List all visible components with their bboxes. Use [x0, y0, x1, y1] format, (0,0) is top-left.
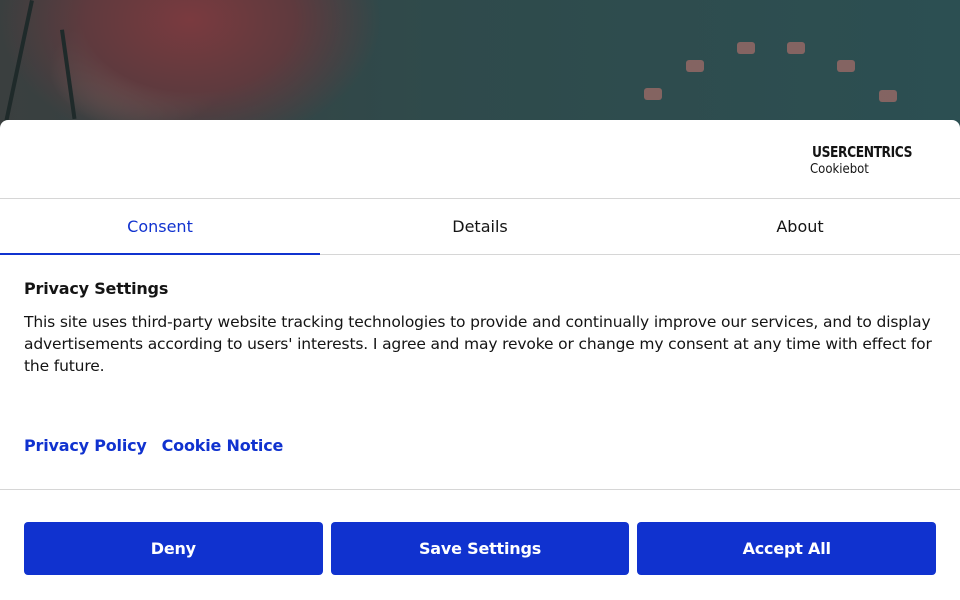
- tab-details[interactable]: Details: [320, 199, 640, 254]
- ferris-wheel-car: [737, 42, 755, 54]
- accept-all-button[interactable]: Accept All: [637, 522, 937, 575]
- consent-dialog: USERCENTRICS Cookiebot Consent Details A…: [0, 120, 960, 600]
- brand-name: USERCENTRICS: [812, 143, 913, 161]
- consent-content: Privacy Settings This site uses third-pa…: [0, 255, 960, 490]
- consent-description: This site uses third-party website track…: [24, 313, 932, 375]
- brand-subtitle: Cookiebot: [810, 162, 869, 177]
- ferris-wheel-car: [787, 42, 805, 54]
- flower-stem: [60, 29, 77, 120]
- tab-consent[interactable]: Consent: [0, 199, 320, 255]
- flower-stem: [2, 0, 34, 128]
- ferris-wheel-car: [686, 60, 704, 72]
- privacy-policy-link[interactable]: Privacy Policy: [24, 436, 147, 455]
- tab-bar: Consent Details About: [0, 199, 960, 255]
- privacy-settings-heading: Privacy Settings: [24, 279, 169, 298]
- ferris-wheel-car: [879, 90, 897, 102]
- save-settings-button[interactable]: Save Settings: [330, 522, 630, 575]
- ferris-wheel-car: [644, 88, 662, 100]
- tab-about[interactable]: About: [640, 199, 960, 254]
- dialog-footer: Deny Save Settings Accept All: [0, 490, 960, 575]
- ferris-wheel-car: [837, 60, 855, 72]
- dialog-header: USERCENTRICS Cookiebot: [0, 120, 960, 199]
- cookie-notice-link[interactable]: Cookie Notice: [162, 436, 284, 455]
- policy-links: Privacy Policy Cookie Notice: [24, 436, 936, 455]
- brand-logo: USERCENTRICS Cookiebot: [810, 143, 930, 177]
- deny-button[interactable]: Deny: [24, 522, 323, 575]
